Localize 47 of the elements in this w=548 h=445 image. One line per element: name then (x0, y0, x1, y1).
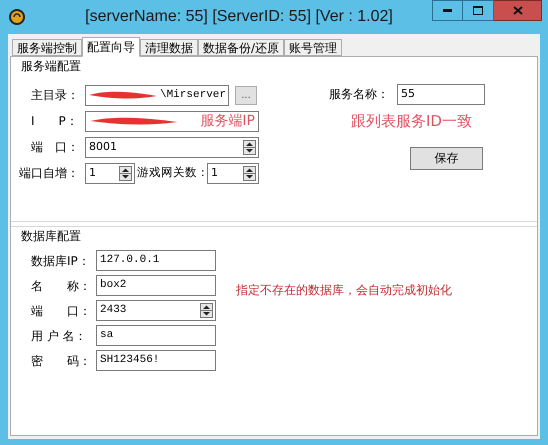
field-label: 端口自增： (19, 165, 80, 182)
field-label: 端 口： (30, 139, 80, 156)
annotation-text: 跟列表服务ID一致 (351, 111, 473, 132)
annotation-text: 指定不存在的数据库，会自动完成初始化 (236, 282, 452, 299)
spin-field[interactable]: 1 (85, 162, 135, 184)
tab[interactable]: 数据备份/还原 (198, 39, 284, 56)
input-field[interactable]: sa (96, 325, 216, 346)
spinner-icon[interactable] (243, 140, 256, 154)
app-icon (8, 8, 26, 26)
field-label: 主目录： (30, 87, 80, 104)
tab[interactable]: 服务端控制 (12, 39, 82, 56)
close-icon (512, 6, 522, 15)
field-label: 服务名称： (329, 86, 390, 103)
input-field[interactable]: 127.0.0.1 (96, 250, 216, 271)
save-button[interactable]: 保存 (410, 146, 483, 170)
window-title: [serverName: 55] [ServerID: 55] [Ver : 1.02] (84, 7, 394, 27)
spinner-icon[interactable] (119, 166, 132, 180)
input-field[interactable]: SH123456! (96, 350, 216, 371)
browse-button[interactable]: ... (235, 86, 257, 104)
spinner-icon[interactable] (200, 303, 213, 318)
annotation-text: 服务端IP (200, 112, 255, 130)
close-button[interactable] (494, 0, 542, 21)
field-label: 端 口： (31, 302, 92, 320)
field-value: \Mirserver (160, 88, 226, 103)
maximize-icon (473, 6, 483, 15)
tab[interactable]: 配置向导 (82, 37, 140, 57)
input-field[interactable]: box2 (96, 275, 216, 296)
field-label: 名 称： (31, 278, 92, 294)
input-field[interactable]: 55 (397, 84, 485, 104)
input-field[interactable]: 服务端IP (85, 110, 259, 132)
tab[interactable]: 清理数据 (140, 39, 198, 56)
field-label: I P： (30, 113, 79, 130)
spin-field[interactable]: 8001 (85, 136, 259, 158)
minimize-button[interactable] (432, 0, 463, 21)
group-title: 服务端配置 (20, 58, 82, 75)
field-label: 用 户 名： (31, 328, 88, 344)
tab[interactable]: 账号管理 (284, 39, 342, 56)
minimize-icon (443, 9, 452, 12)
field-label: 游戏网关数： (137, 164, 207, 182)
field-label: 密 码： (31, 352, 92, 370)
group-title: 数据库配置 (20, 228, 82, 245)
spin-field[interactable]: 2433 (96, 300, 216, 321)
field-label: 数据库IP： (31, 252, 91, 270)
input-field[interactable]: \Mirserver (85, 84, 229, 106)
spinner-icon[interactable] (243, 166, 256, 180)
maximize-button[interactable] (463, 0, 494, 21)
spin-field[interactable]: 1 (207, 162, 259, 184)
